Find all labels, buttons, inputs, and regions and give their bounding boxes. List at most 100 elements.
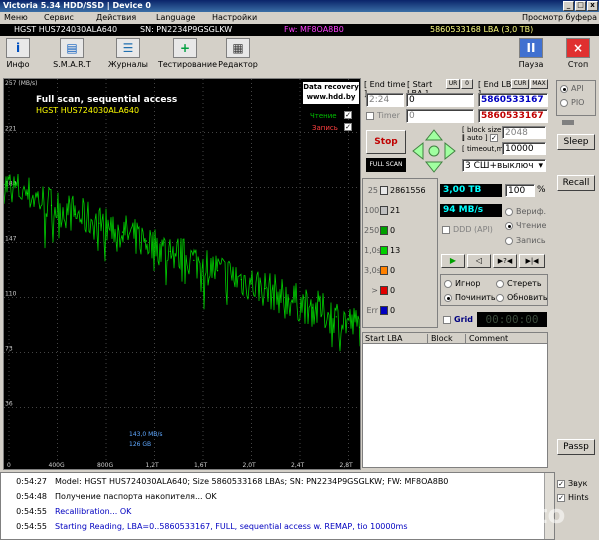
logs-button[interactable]: ☰ Журналы bbox=[108, 38, 148, 74]
center-dot-icon[interactable] bbox=[428, 145, 440, 157]
up-arrow-icon[interactable] bbox=[424, 129, 444, 141]
graph-write-label: Запись bbox=[312, 124, 338, 132]
block-size-field[interactable]: 2048 bbox=[502, 126, 546, 139]
zero-button[interactable]: 0 bbox=[461, 79, 473, 89]
test-button[interactable]: + Тестирование bbox=[158, 38, 217, 74]
action-select[interactable]: 3 СШ+выключ ▾ bbox=[462, 159, 546, 172]
stats-count: 21 bbox=[390, 206, 401, 215]
view-buffer-link[interactable]: Просмотр буфера bbox=[522, 12, 597, 24]
log-text: Recallibration... OK bbox=[55, 507, 132, 516]
stats-threshold-label: 1,0s bbox=[364, 246, 381, 255]
left-arrow-icon[interactable] bbox=[412, 141, 424, 161]
log-time: 0:54:27 bbox=[16, 477, 47, 486]
log-time: 0:54:48 bbox=[16, 492, 47, 501]
end-time-label: [ End time ] bbox=[364, 80, 406, 98]
table-header-comment[interactable]: Comment bbox=[465, 334, 508, 343]
series-point bbox=[288, 298, 290, 300]
graph-read-checkbox[interactable]: ✓ bbox=[344, 111, 355, 119]
menu-item-language[interactable]: Language bbox=[156, 12, 195, 24]
info-icon: i bbox=[6, 38, 30, 58]
log-text: Получение паспорта накопителя... OK bbox=[55, 492, 217, 501]
fix-radio[interactable]: Починить bbox=[444, 293, 496, 302]
stop-toolbar-button[interactable]: × Стоп bbox=[561, 38, 595, 74]
passp-button[interactable]: Passp bbox=[557, 439, 595, 455]
info-button[interactable]: i Инфо bbox=[3, 38, 33, 74]
ur-button[interactable]: UR bbox=[446, 79, 460, 89]
ddd-checkbox[interactable]: DDD (API) bbox=[442, 225, 493, 234]
stats-color-bar bbox=[380, 186, 388, 195]
pause-button[interactable]: II Пауза bbox=[514, 38, 548, 74]
stats-threshold-label: 250 bbox=[364, 226, 380, 235]
sound-checkbox[interactable]: ✓ Звук bbox=[557, 479, 587, 488]
log-entry: 0:54:27 Model: HGST HUS724030ALA640; Size… bbox=[3, 475, 448, 488]
down-arrow-icon[interactable] bbox=[424, 161, 444, 173]
read-speed-series bbox=[4, 173, 360, 352]
end-lba-field[interactable]: 5860533167 bbox=[478, 93, 548, 107]
play-button[interactable]: ▶ bbox=[441, 254, 465, 268]
right-arrow-icon[interactable] bbox=[444, 141, 456, 161]
timeout-field[interactable]: 10000 bbox=[502, 142, 546, 155]
recall-button[interactable]: Recall bbox=[557, 175, 595, 191]
ignore-radio[interactable]: Игнор bbox=[444, 279, 480, 288]
menu-bar: Меню Сервис Действия Language Настройки … bbox=[0, 12, 599, 24]
verify-radio[interactable]: Вериф. bbox=[505, 207, 546, 216]
y-tick-label: 221 bbox=[5, 126, 17, 133]
x-tick-label: 2,0T bbox=[243, 462, 257, 469]
stop-scan-button[interactable]: Stop bbox=[366, 130, 406, 154]
table-header-start-lba[interactable]: Start LBA bbox=[365, 334, 403, 343]
write-radio[interactable]: Запись bbox=[505, 236, 546, 245]
log-entry: 0:54:55 Recallibration... OK bbox=[3, 505, 131, 518]
skip-unknown-button[interactable]: ▶?◀ bbox=[493, 254, 517, 268]
drive-capacity: 5860533168 LBA (3,0 TB) bbox=[430, 25, 534, 34]
erase-radio[interactable]: Стереть bbox=[496, 279, 542, 288]
graph-title: Full scan, sequential access bbox=[36, 95, 178, 105]
read-radio[interactable]: Чтение bbox=[505, 221, 546, 230]
skip-end-icon: ▶|◀ bbox=[525, 257, 539, 265]
smart-button[interactable]: ▤ S.M.A.R.T bbox=[52, 38, 92, 74]
graph-read-label: Чтение bbox=[310, 112, 337, 120]
stats-count: 0 bbox=[390, 306, 396, 315]
cur-button[interactable]: CUR bbox=[511, 79, 529, 89]
skip-end-button[interactable]: ▶|◀ bbox=[519, 254, 545, 268]
x-tick-label: 2,8T bbox=[340, 462, 354, 469]
max-button[interactable]: MAX bbox=[530, 79, 548, 89]
current-speed: 94 MB/s bbox=[440, 204, 502, 217]
start-lba-field[interactable]: 0 bbox=[406, 93, 474, 107]
pio-radio[interactable]: PIO bbox=[560, 98, 584, 107]
series-point bbox=[264, 287, 266, 290]
speed-graph: 22118414711073360400G800G1,2T1,6T2,0T2,4… bbox=[3, 78, 361, 470]
series-point bbox=[122, 231, 124, 233]
stats-count: 0 bbox=[390, 226, 396, 235]
timer-checkbox[interactable]: Timer bbox=[366, 111, 400, 120]
table-header: Start LBA Block Comment bbox=[363, 333, 547, 344]
menu-item-actions[interactable]: Действия bbox=[96, 12, 136, 24]
minimize-button[interactable]: _ bbox=[563, 1, 574, 11]
log-entry: 0:54:48 Получение паспорта накопителя... … bbox=[3, 490, 217, 503]
total-scanned: 3,00 TB bbox=[440, 184, 502, 197]
menu-item-menu[interactable]: Меню bbox=[4, 12, 28, 24]
watermark: Avito bbox=[490, 500, 566, 530]
menu-item-service[interactable]: Сервис bbox=[44, 12, 74, 24]
update-radio[interactable]: Обновить bbox=[496, 293, 548, 302]
test-icon: + bbox=[173, 38, 197, 58]
graph-write-checkbox[interactable]: ✓ bbox=[344, 123, 355, 131]
close-button[interactable]: x bbox=[587, 1, 598, 11]
graph-size-readout: 126 GB bbox=[129, 441, 152, 448]
stats-count: 2861556 bbox=[390, 186, 426, 195]
back-button[interactable]: ◁ bbox=[467, 254, 491, 268]
grid-checkbox[interactable]: Grid bbox=[443, 315, 473, 324]
direction-pad bbox=[411, 128, 457, 174]
editor-button[interactable]: ▦ Редактор bbox=[218, 38, 258, 74]
menu-item-settings[interactable]: Настройки bbox=[212, 12, 257, 24]
timer-field[interactable]: 0 bbox=[406, 109, 474, 123]
stats-color-bar bbox=[380, 226, 388, 235]
sleep-button[interactable]: Sleep bbox=[557, 134, 595, 150]
api-radio[interactable]: API bbox=[560, 84, 584, 93]
series-point bbox=[98, 222, 100, 224]
full-scan-button[interactable]: FULL SCAN bbox=[366, 158, 406, 172]
maximize-button[interactable]: □ bbox=[575, 1, 586, 11]
auto-checkbox[interactable]: [ auto ] ✓ bbox=[462, 134, 501, 142]
defects-table: Start LBA Block Comment bbox=[362, 332, 548, 468]
end-time-field[interactable]: 2:24 bbox=[366, 93, 404, 107]
table-header-block[interactable]: Block bbox=[427, 334, 453, 343]
